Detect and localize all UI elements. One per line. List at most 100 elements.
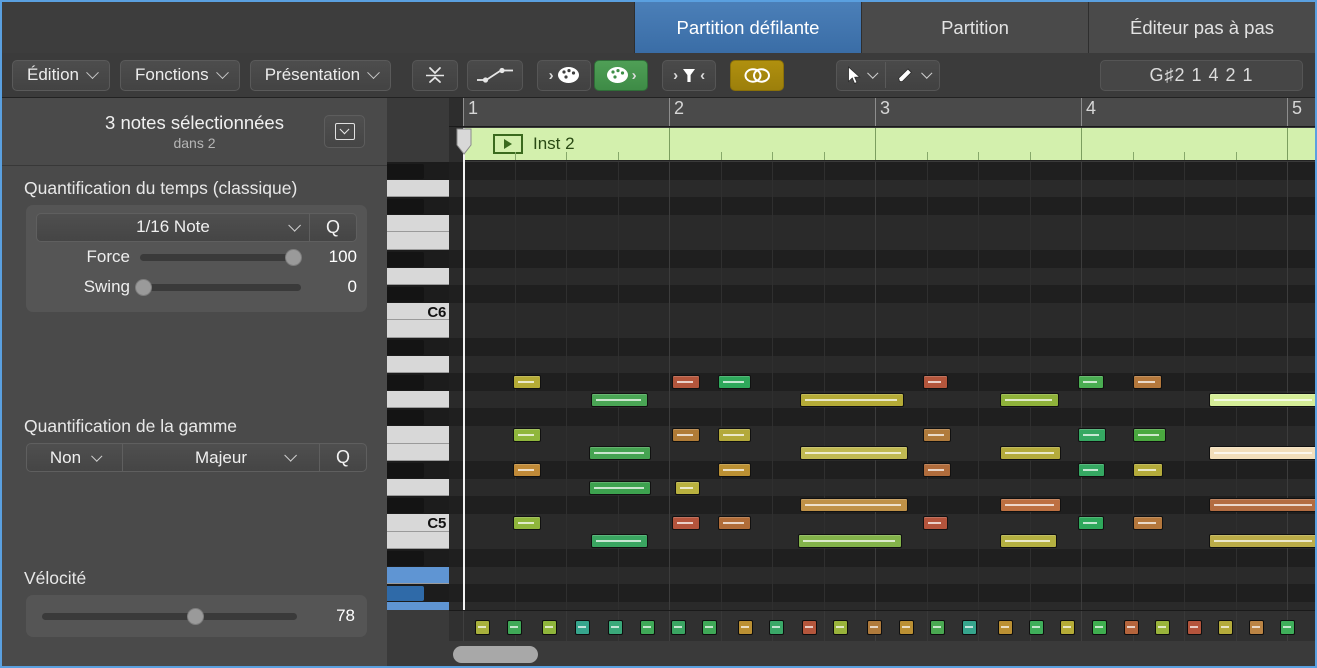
swing-slider-knob[interactable] bbox=[135, 278, 153, 296]
scale-root-select[interactable]: Non bbox=[26, 443, 123, 472]
piano-key-black[interactable] bbox=[387, 498, 424, 513]
midi-note[interactable] bbox=[591, 533, 648, 548]
midi-note[interactable] bbox=[923, 463, 951, 478]
midi-note[interactable] bbox=[513, 428, 541, 442]
piano-key-white[interactable] bbox=[387, 355, 449, 374]
midi-note[interactable] bbox=[513, 375, 541, 390]
piano-key-black[interactable] bbox=[387, 586, 424, 601]
piano-key-black[interactable] bbox=[387, 252, 424, 267]
scale-type-select[interactable]: Majeur bbox=[123, 443, 320, 472]
velocity-note-marker[interactable] bbox=[575, 620, 590, 635]
midi-note[interactable] bbox=[672, 428, 700, 442]
velocity-note-marker[interactable] bbox=[769, 620, 784, 635]
quantize-apply-button[interactable]: Q bbox=[310, 212, 357, 242]
piano-key-white[interactable] bbox=[387, 426, 449, 444]
midi-note[interactable] bbox=[675, 480, 700, 495]
midi-note[interactable] bbox=[1133, 375, 1162, 390]
midi-out-button[interactable]: › bbox=[594, 59, 649, 91]
midi-note[interactable] bbox=[1000, 533, 1057, 548]
midi-note[interactable] bbox=[513, 516, 541, 530]
midi-note[interactable] bbox=[1209, 498, 1315, 513]
piano-key-white[interactable] bbox=[387, 267, 449, 286]
region-strip[interactable]: Inst 2 bbox=[463, 128, 1315, 161]
force-slider-knob[interactable] bbox=[284, 248, 302, 266]
piano-key-white[interactable] bbox=[387, 531, 449, 550]
midi-note[interactable] bbox=[800, 498, 908, 513]
piano-key-white[interactable] bbox=[387, 214, 449, 233]
link-button[interactable] bbox=[730, 59, 785, 91]
midi-note[interactable] bbox=[1133, 463, 1163, 478]
piano-key-white[interactable] bbox=[387, 320, 449, 338]
midi-note[interactable] bbox=[718, 375, 751, 390]
force-slider[interactable] bbox=[140, 248, 302, 266]
velocity-note-marker[interactable] bbox=[738, 620, 753, 635]
midi-note[interactable] bbox=[589, 480, 651, 495]
piano-key-black[interactable] bbox=[387, 287, 424, 302]
velocity-note-marker[interactable] bbox=[1218, 620, 1233, 635]
piano-key-white[interactable] bbox=[387, 443, 449, 462]
midi-note[interactable] bbox=[1078, 463, 1105, 478]
piano-key-black[interactable] bbox=[387, 164, 424, 179]
scrollbar-thumb[interactable] bbox=[453, 646, 538, 663]
midi-note[interactable] bbox=[798, 533, 902, 548]
automation-curve-button[interactable] bbox=[467, 59, 524, 91]
piano-key-black[interactable] bbox=[387, 199, 424, 214]
velocity-note-marker[interactable] bbox=[640, 620, 655, 635]
velocity-note-marker[interactable] bbox=[542, 620, 557, 635]
midi-note[interactable] bbox=[1209, 445, 1315, 460]
midi-note[interactable] bbox=[1133, 428, 1166, 442]
piano-keyboard[interactable]: C6C5C4 bbox=[387, 162, 449, 610]
midi-note[interactable] bbox=[718, 516, 751, 530]
midi-note[interactable] bbox=[1078, 516, 1104, 530]
velocity-note-marker[interactable] bbox=[930, 620, 945, 635]
inspector-collapse-button[interactable] bbox=[324, 115, 365, 148]
velocity-note-marker[interactable] bbox=[671, 620, 686, 635]
midi-note[interactable] bbox=[513, 463, 541, 478]
piano-key-white[interactable] bbox=[387, 478, 449, 497]
midi-note[interactable] bbox=[718, 428, 751, 442]
midi-note[interactable] bbox=[1000, 445, 1061, 460]
menu-edition[interactable]: Édition bbox=[12, 59, 110, 91]
midi-note[interactable] bbox=[1209, 533, 1315, 548]
piano-key-white[interactable] bbox=[387, 390, 449, 409]
velocity-note-marker[interactable] bbox=[1280, 620, 1295, 635]
scale-quantize-apply-button[interactable]: Q bbox=[320, 443, 367, 472]
tab-partition[interactable]: Partition bbox=[861, 2, 1088, 53]
velocity-note-marker[interactable] bbox=[899, 620, 914, 635]
velocity-slider-knob[interactable] bbox=[187, 607, 204, 625]
tab-partition-defilante[interactable]: Partition défilante bbox=[634, 2, 861, 53]
velocity-note-marker[interactable] bbox=[1029, 620, 1044, 635]
midi-note[interactable] bbox=[923, 516, 948, 530]
piano-roll-grid[interactable] bbox=[449, 162, 1315, 610]
midi-note[interactable] bbox=[591, 392, 648, 407]
velocity-note-marker[interactable] bbox=[998, 620, 1013, 635]
piano-key-black[interactable] bbox=[387, 340, 424, 355]
midi-note[interactable] bbox=[800, 445, 908, 460]
velocity-note-marker[interactable] bbox=[962, 620, 977, 635]
midi-note[interactable] bbox=[923, 428, 951, 442]
position-display[interactable]: G♯2 1 4 2 1 bbox=[1100, 60, 1303, 91]
velocity-note-marker[interactable] bbox=[1092, 620, 1107, 635]
midi-note[interactable] bbox=[718, 463, 751, 478]
piano-key-black[interactable] bbox=[387, 410, 424, 425]
piano-key-black[interactable] bbox=[387, 375, 424, 390]
velocity-note-marker[interactable] bbox=[802, 620, 817, 635]
midi-note[interactable] bbox=[589, 445, 651, 460]
midi-note[interactable] bbox=[1209, 392, 1315, 407]
quantize-value-select[interactable]: 1/16 Note bbox=[36, 212, 310, 242]
velocity-note-marker[interactable] bbox=[1187, 620, 1202, 635]
pointer-tool-button[interactable] bbox=[837, 61, 885, 90]
midi-note[interactable] bbox=[672, 375, 700, 390]
velocity-note-marker[interactable] bbox=[867, 620, 882, 635]
midi-note[interactable] bbox=[672, 516, 700, 530]
velocity-note-marker[interactable] bbox=[1155, 620, 1170, 635]
piano-key-white[interactable] bbox=[387, 602, 449, 610]
piano-key-white[interactable] bbox=[387, 232, 449, 250]
velocity-note-marker[interactable] bbox=[1060, 620, 1075, 635]
velocity-note-marker[interactable] bbox=[1124, 620, 1139, 635]
funnel-filter-button[interactable]: › ‹ bbox=[662, 59, 717, 91]
velocity-note-marker[interactable] bbox=[507, 620, 522, 635]
velocity-note-marker[interactable] bbox=[475, 620, 490, 635]
velocity-note-marker[interactable] bbox=[608, 620, 623, 635]
menu-presentation[interactable]: Présentation bbox=[249, 59, 392, 91]
